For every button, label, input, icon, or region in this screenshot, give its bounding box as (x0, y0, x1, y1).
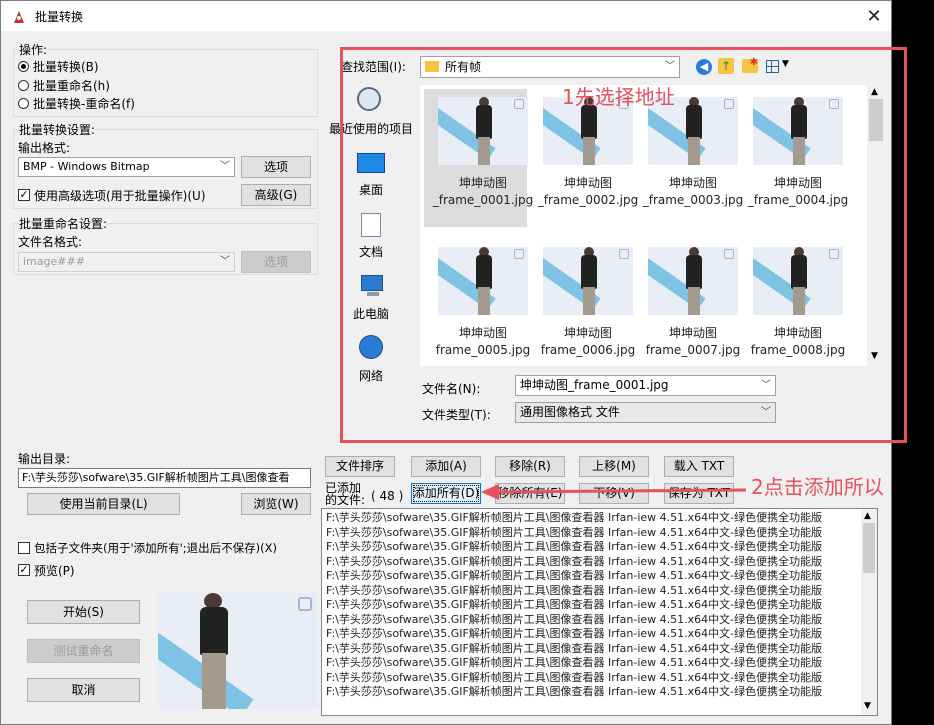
filename-pattern-select[interactable]: image### ﹀ (18, 252, 235, 272)
added-file-row[interactable]: F:\芋头莎莎\sofware\35.GIF解析帧图片工具\图像查看器 Irfa… (326, 613, 822, 628)
sort-files-button[interactable]: 文件排序 (325, 456, 395, 477)
output-format-options-button[interactable]: 选项 (241, 156, 311, 178)
include-subfolders-label[interactable]: 包括子文件夹(用于'添加所有';退出后不保存)(X) (34, 540, 277, 556)
output-format-select[interactable]: BMP - Windows Bitmap ﹀ (18, 157, 235, 177)
close-button[interactable]: ✕ (857, 5, 891, 29)
radio-batch-convert-rename[interactable] (18, 98, 29, 109)
annotation-arrow (481, 484, 747, 500)
window-title: 批量转换 (35, 10, 84, 24)
filename-pattern-value: image### (23, 255, 85, 268)
added-label-2: 的文件: (325, 493, 366, 507)
rename-options-button[interactable]: 选项 (241, 251, 311, 273)
output-dir-label: 输出目录: (18, 452, 71, 466)
added-file-row[interactable]: F:\芋头莎莎\sofware\35.GIF解析帧图片工具\图像查看器 Irfa… (326, 685, 822, 700)
batch-rename-settings-label: 批量重命名设置: (19, 215, 108, 232)
radio-batch-convert[interactable] (18, 61, 29, 72)
added-file-row[interactable]: F:\芋头莎莎\sofware\35.GIF解析帧图片工具\图像查看器 Irfa… (326, 526, 822, 541)
batch-convert-settings-label: 批量转换设置: (19, 121, 96, 138)
operations-label: 操作: (19, 41, 48, 58)
cancel-button[interactable]: 取消 (27, 678, 140, 702)
advanced-options-checkbox[interactable]: ✓ (18, 189, 30, 201)
annotation-step2: 2点击添加所以 (751, 475, 884, 499)
advanced-options-label[interactable]: 使用高级选项(用于批量操作)(U) (34, 187, 206, 204)
added-file-row[interactable]: F:\芋头莎莎\sofware\35.GIF解析帧图片工具\图像查看器 Irfa… (326, 584, 822, 599)
preview-checkbox[interactable]: ✓ (18, 564, 30, 576)
browse-button[interactable]: 浏览(W) (241, 493, 311, 515)
added-file-row[interactable]: F:\芋头莎莎\sofware\35.GIF解析帧图片工具\图像查看器 Irfa… (326, 569, 822, 584)
start-button[interactable]: 开始(S) (27, 600, 140, 624)
output-dir-input[interactable]: F:\芋头莎莎\sofware\35.GIF解析帧图片工具\图像查看 (18, 468, 311, 488)
added-file-row[interactable]: F:\芋头莎莎\sofware\35.GIF解析帧图片工具\图像查看器 Irfa… (326, 511, 822, 526)
radio-batch-rename-label[interactable]: 批量重命名(h) (33, 77, 110, 94)
filename-pattern-label: 文件名格式: (18, 235, 83, 249)
title-bar: 批量转换 ✕ (1, 1, 891, 31)
add-all-button[interactable]: 添加所有(D) (411, 483, 481, 504)
output-format-label: 输出格式: (18, 141, 71, 155)
batch-convert-dialog: 批量转换 ✕ 操作: 批量转换(B) 批量重命名(h) 批量转换-重命名(f) … (0, 0, 907, 725)
added-count: ( 48 ) (371, 489, 404, 503)
use-current-dir-button[interactable]: 使用当前目录(L) (27, 493, 180, 515)
added-file-row[interactable]: F:\芋头莎莎\sofware\35.GIF解析帧图片工具\图像查看器 Irfa… (326, 540, 822, 555)
advanced-button[interactable]: 高级(G) (241, 184, 311, 206)
radio-batch-convert-label[interactable]: 批量转换(B) (33, 58, 99, 75)
irfanview-app-icon (14, 11, 24, 23)
added-file-row[interactable]: F:\芋头莎莎\sofware\35.GIF解析帧图片工具\图像查看器 Irfa… (326, 656, 822, 671)
scrollbar-thumb[interactable] (863, 523, 875, 573)
test-rename-button[interactable]: 测试重命名 (27, 639, 140, 663)
added-file-row[interactable]: F:\芋头莎莎\sofware\35.GIF解析帧图片工具\图像查看器 Irfa… (326, 598, 822, 613)
chevron-down-icon: ﹀ (220, 256, 230, 267)
add-button[interactable]: 添加(A) (411, 456, 481, 477)
include-subfolders-checkbox[interactable] (18, 542, 30, 554)
output-format-value: BMP - Windows Bitmap (23, 160, 150, 173)
added-list-scrollbar[interactable]: ▲ ▼ (861, 509, 877, 715)
preview-label[interactable]: 预览(P) (34, 562, 75, 579)
added-file-row[interactable]: F:\芋头莎莎\sofware\35.GIF解析帧图片工具\图像查看器 Irfa… (326, 671, 822, 686)
added-file-row[interactable]: F:\芋头莎莎\sofware\35.GIF解析帧图片工具\图像查看器 Irfa… (326, 627, 822, 642)
move-up-button[interactable]: 上移(M) (579, 456, 649, 477)
added-file-row[interactable]: F:\芋头莎莎\sofware\35.GIF解析帧图片工具\图像查看器 Irfa… (326, 642, 822, 657)
radio-batch-convert-rename-label[interactable]: 批量转换-重命名(f) (33, 95, 135, 112)
added-file-row[interactable]: F:\芋头莎莎\sofware\35.GIF解析帧图片工具\图像查看器 Irfa… (326, 555, 822, 570)
preview-image (158, 593, 318, 709)
chevron-down-icon: ﹀ (220, 161, 230, 172)
remove-button[interactable]: 移除(R) (495, 456, 565, 477)
load-txt-button[interactable]: 载入 TXT (664, 456, 734, 477)
annotation-step1: 1先选择地址 (562, 85, 675, 109)
radio-batch-rename[interactable] (18, 80, 29, 91)
added-files-list[interactable]: F:\芋头莎莎\sofware\35.GIF解析帧图片工具\图像查看器 Irfa… (321, 508, 878, 716)
